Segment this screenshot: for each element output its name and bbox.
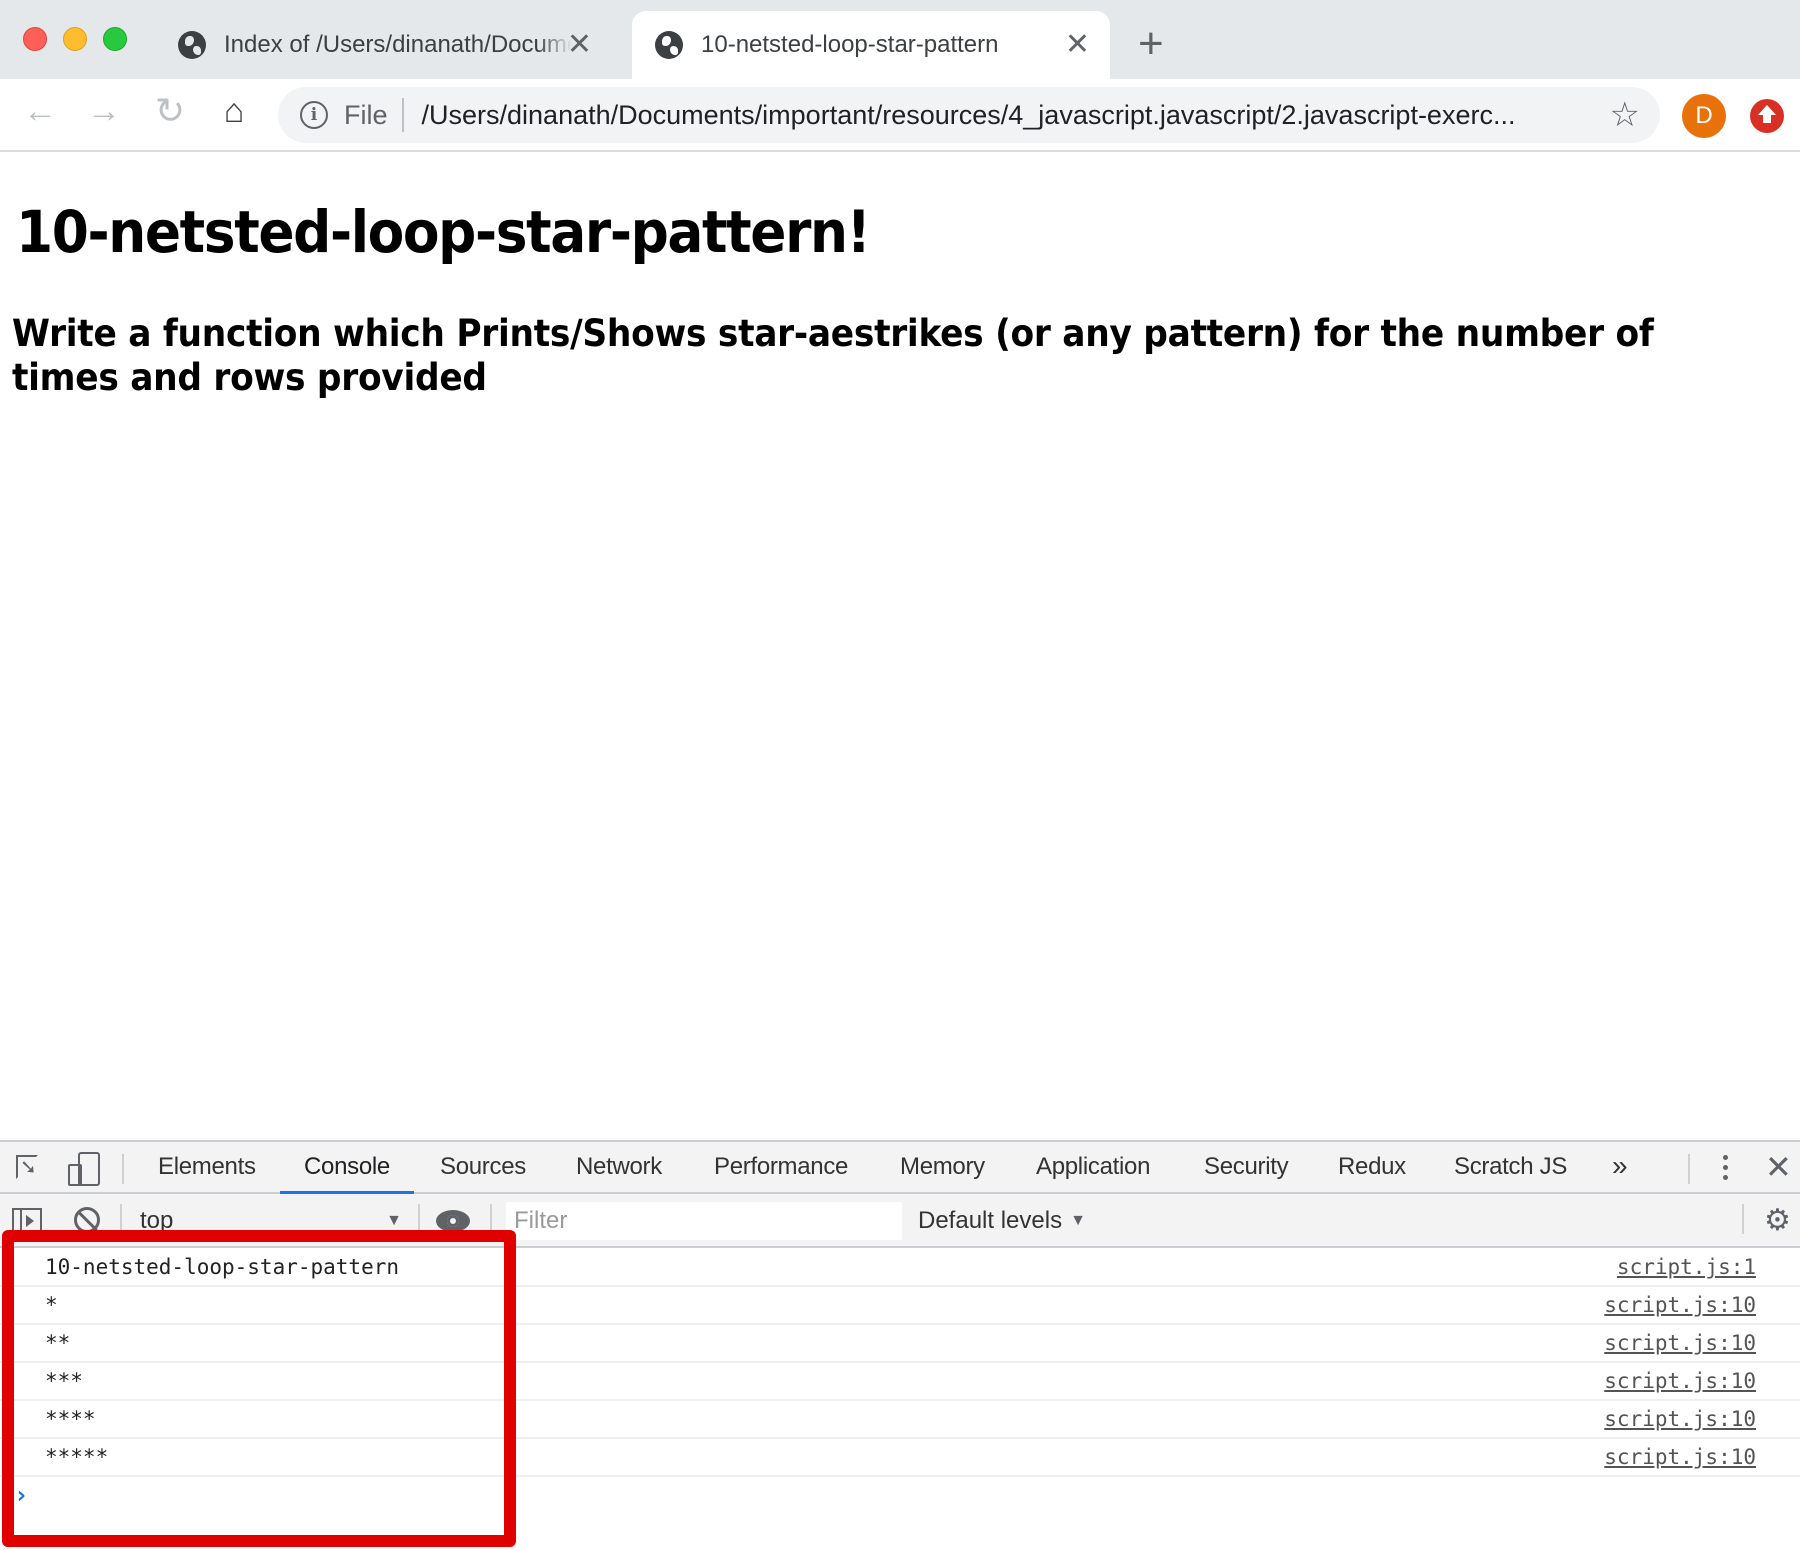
log-message: **** (45, 1407, 96, 1431)
device-toolbar-icon[interactable] (68, 1152, 100, 1186)
devtools-tab-elements[interactable]: Elements (158, 1142, 256, 1192)
devtools-tab-bar: Elements Console Sources Network Perform… (0, 1142, 1800, 1194)
page-subtitle: Write a function which Prints/Shows star… (12, 312, 1654, 399)
window-close-button[interactable] (23, 27, 47, 51)
devtools-tab-scratch-js[interactable]: Scratch JS (1454, 1142, 1567, 1192)
page-title: 10-netsted-loop-star-pattern! (16, 198, 871, 266)
log-source-link[interactable]: script.js:10 (1604, 1331, 1756, 1355)
execution-context-select[interactable]: top ▼ (140, 1202, 402, 1240)
console-log-row: ** script.js:10 (0, 1325, 1800, 1363)
log-levels-dropdown[interactable]: Default levels ▼ (918, 1202, 1086, 1240)
show-console-sidebar-icon[interactable] (12, 1208, 42, 1234)
close-devtools-icon[interactable]: ✕ (1765, 1148, 1792, 1186)
divider (1742, 1204, 1744, 1234)
chevron-down-icon: ▼ (1070, 1212, 1086, 1229)
devtools-tab-redux[interactable]: Redux (1338, 1142, 1406, 1192)
console-log-row: **** script.js:10 (0, 1401, 1800, 1439)
clear-console-icon[interactable] (74, 1207, 100, 1233)
tab-title: 10-netsted-loop-star-pattern (701, 31, 999, 58)
close-tab-icon[interactable]: ✕ (567, 30, 592, 60)
scheme-label: File (344, 99, 388, 130)
divider (1688, 1154, 1690, 1184)
customize-menu-icon[interactable] (1720, 1152, 1730, 1184)
devtools-tab-application[interactable]: Application (1036, 1142, 1150, 1192)
home-button[interactable]: ⌂ (214, 91, 254, 131)
url-text[interactable]: /Users/dinanath/Documents/important/reso… (422, 100, 1516, 131)
tab-strip: Index of /Users/dinanath/Documents/impor… (0, 0, 1800, 79)
context-value: top (140, 1207, 174, 1234)
devtools-panel: Elements Console Sources Network Perform… (0, 1140, 1800, 1550)
log-source-link[interactable]: script.js:10 (1604, 1293, 1756, 1317)
divider (122, 1154, 124, 1184)
console-log-row: * script.js:10 (0, 1287, 1800, 1325)
log-source-link[interactable]: script.js:10 (1604, 1407, 1756, 1431)
globe-icon (655, 31, 683, 59)
address-separator (401, 98, 404, 132)
tab-star-pattern[interactable]: 10-netsted-loop-star-pattern ✕ (632, 11, 1110, 79)
levels-label: Default levels (918, 1207, 1063, 1234)
prompt-chevron-icon: › (14, 1481, 29, 1509)
log-source-link[interactable]: script.js:10 (1604, 1445, 1756, 1469)
profile-avatar[interactable]: D (1682, 94, 1726, 138)
inspect-element-icon[interactable] (16, 1155, 38, 1179)
update-icon[interactable] (1750, 99, 1784, 133)
globe-icon (178, 31, 206, 59)
gear-icon[interactable]: ⚙ (1764, 1206, 1791, 1236)
page-content: 10-netsted-loop-star-pattern! Write a fu… (0, 154, 1800, 1140)
devtools-tab-security[interactable]: Security (1204, 1142, 1289, 1192)
log-message: * (45, 1293, 58, 1317)
console-toolbar: top ▼ Default levels ▼ ⚙ (0, 1194, 1800, 1248)
chevron-down-icon: ▼ (386, 1212, 402, 1229)
devtools-tab-memory[interactable]: Memory (900, 1142, 985, 1192)
devtools-tab-console[interactable]: Console (280, 1142, 414, 1194)
devtools-tab-performance[interactable]: Performance (714, 1142, 848, 1192)
devtools-tab-network[interactable]: Network (576, 1142, 662, 1192)
bookmark-star-icon[interactable]: ☆ (1610, 95, 1640, 135)
back-button[interactable]: ← (20, 91, 60, 131)
devtools-tab-sources[interactable]: Sources (440, 1142, 526, 1192)
info-icon[interactable]: i (300, 101, 328, 129)
forward-button[interactable]: → (84, 91, 124, 131)
tab-index-of-documents[interactable]: Index of /Users/dinanath/Documents/impor… (178, 11, 614, 79)
tab-title: Index of /Users/dinanath/Documents/impor… (224, 31, 572, 58)
close-tab-icon[interactable]: ✕ (1065, 30, 1090, 60)
window-minimize-button[interactable] (63, 27, 87, 51)
divider (490, 1204, 492, 1234)
log-message: ***** (45, 1445, 109, 1469)
log-source-link[interactable]: script.js:10 (1604, 1369, 1756, 1393)
live-expression-eye-icon[interactable] (436, 1210, 470, 1232)
reload-button[interactable]: ↻ (150, 90, 190, 131)
log-message: *** (45, 1369, 83, 1393)
divider (418, 1204, 420, 1234)
console-log-row: ***** script.js:10 (0, 1439, 1800, 1477)
address-bar[interactable]: i File /Users/dinanath/Documents/importa… (278, 87, 1660, 143)
console-filter-input[interactable] (506, 1202, 902, 1240)
log-message: 10-netsted-loop-star-pattern (45, 1255, 400, 1279)
more-tabs-icon[interactable]: » (1612, 1150, 1628, 1182)
console-prompt[interactable]: › (0, 1477, 1800, 1517)
divider (120, 1204, 122, 1234)
new-tab-button[interactable]: + (1138, 22, 1164, 66)
log-source-link[interactable]: script.js:1 (1617, 1255, 1756, 1279)
browser-toolbar: ← → ↻ ⌂ i File /Users/dinanath/Documents… (0, 79, 1800, 152)
log-message: ** (45, 1331, 71, 1355)
window-zoom-button[interactable] (103, 27, 127, 51)
console-log-row: *** script.js:10 (0, 1363, 1800, 1401)
console-output: 10-netsted-loop-star-pattern script.js:1… (0, 1249, 1800, 1517)
console-log-row: 10-netsted-loop-star-pattern script.js:1 (0, 1249, 1800, 1287)
